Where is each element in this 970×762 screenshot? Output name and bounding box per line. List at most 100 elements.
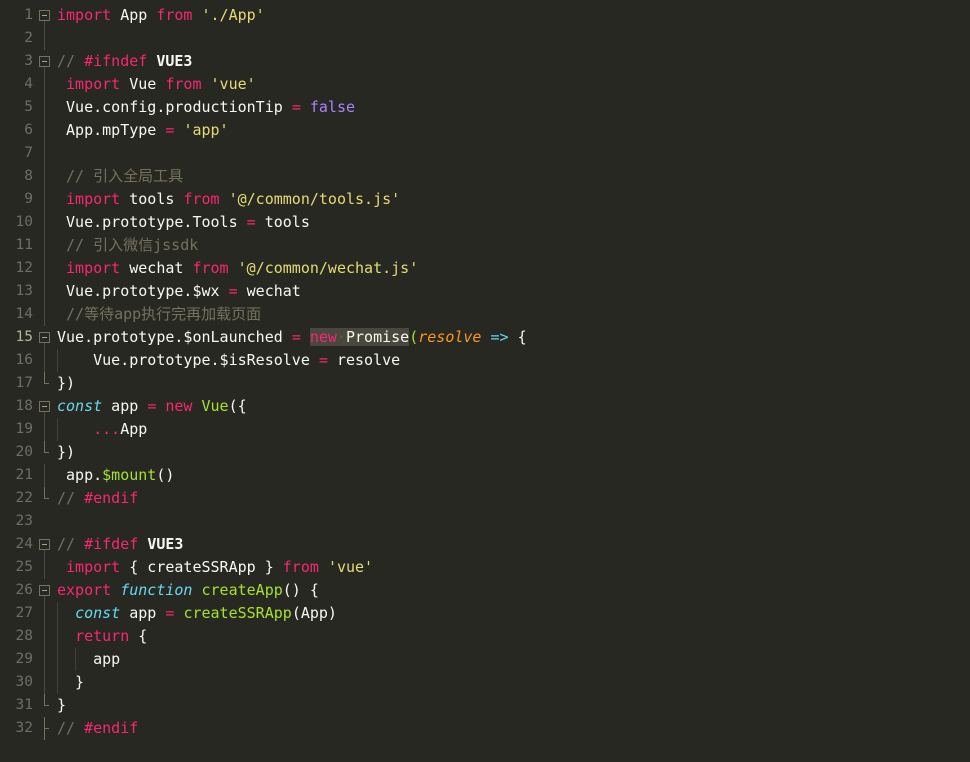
fold-collapse-icon[interactable]	[39, 332, 50, 343]
code-line[interactable]: 32 // #endif	[0, 717, 970, 740]
code-line[interactable]: 5 Vue.config.productionTip = false	[0, 96, 970, 119]
code-line[interactable]: 20})	[0, 441, 970, 464]
fold-column[interactable]	[36, 234, 54, 257]
code-text[interactable]: import wechat from '@/common/wechat.js'	[54, 257, 970, 280]
fold-column[interactable]	[36, 487, 54, 510]
code-text[interactable]: app	[54, 648, 970, 671]
fold-region-end-icon[interactable]	[44, 372, 49, 384]
code-text[interactable]: import App from './App'	[54, 4, 970, 27]
code-text[interactable]	[54, 27, 970, 50]
fold-region-end-icon[interactable]	[44, 487, 49, 499]
fold-column[interactable]	[36, 556, 54, 579]
fold-column[interactable]	[36, 372, 54, 395]
code-line[interactable]: 13 Vue.prototype.$wx = wechat	[0, 280, 970, 303]
code-text[interactable]: Vue.prototype.Tools = tools	[54, 211, 970, 234]
code-line[interactable]: 6 App.mpType = 'app'	[0, 119, 970, 142]
code-text[interactable]: // 引入全局工具	[54, 165, 970, 188]
fold-column[interactable]	[36, 303, 54, 326]
fold-column[interactable]	[36, 326, 54, 349]
code-text[interactable]: // #ifdef VUE3	[54, 533, 970, 556]
code-text[interactable]: })	[54, 441, 970, 464]
code-text[interactable]: // #ifndef VUE3	[54, 50, 970, 73]
code-text[interactable]: // #endif	[54, 717, 970, 740]
code-line[interactable]: 28 return {	[0, 625, 970, 648]
fold-column[interactable]	[36, 648, 54, 671]
code-text[interactable]: import tools from '@/common/tools.js'	[54, 188, 970, 211]
code-text[interactable]: Vue.prototype.$isResolve = resolve	[54, 349, 970, 372]
code-line[interactable]: 18 const app = new Vue({	[0, 395, 970, 418]
code-text[interactable]: const app = createSSRApp(App)	[54, 602, 970, 625]
code-line[interactable]: 8 // 引入全局工具	[0, 165, 970, 188]
fold-column[interactable]	[36, 717, 54, 740]
code-line[interactable]: 31}	[0, 694, 970, 717]
code-line[interactable]: 23	[0, 510, 970, 533]
code-line[interactable]: 21 app.$mount()	[0, 464, 970, 487]
code-line[interactable]: 3 // #ifndef VUE3	[0, 50, 970, 73]
fold-collapse-icon[interactable]	[39, 56, 50, 67]
code-text[interactable]: import { createSSRApp } from 'vue'	[54, 556, 970, 579]
code-line[interactable]: 29 app	[0, 648, 970, 671]
fold-region-end-icon[interactable]	[44, 694, 49, 706]
code-text[interactable]: app.$mount()	[54, 464, 970, 487]
code-text[interactable]: // 引入微信jssdk	[54, 234, 970, 257]
code-text[interactable]: Vue.prototype.$onLaunched = new·Promise(…	[54, 326, 970, 349]
code-text[interactable]: export function createApp() {	[54, 579, 970, 602]
fold-collapse-icon[interactable]	[39, 585, 50, 596]
fold-column[interactable]	[36, 119, 54, 142]
code-text[interactable]: ...App	[54, 418, 970, 441]
fold-column[interactable]	[36, 671, 54, 694]
code-text[interactable]: Vue.config.productionTip = false	[54, 96, 970, 119]
code-line[interactable]: 15 Vue.prototype.$onLaunched = new·Promis…	[0, 326, 970, 349]
fold-region-end-icon[interactable]	[44, 441, 49, 453]
code-text[interactable]: App.mpType = 'app'	[54, 119, 970, 142]
code-text[interactable]: })	[54, 372, 970, 395]
code-line[interactable]: 25 import { createSSRApp } from 'vue'	[0, 556, 970, 579]
code-text[interactable]: //等待app执行完再加载页面	[54, 303, 970, 326]
fold-column[interactable]	[36, 73, 54, 96]
fold-column[interactable]	[36, 441, 54, 464]
code-line[interactable]: 19 ...App	[0, 418, 970, 441]
code-line[interactable]: 14 //等待app执行完再加载页面	[0, 303, 970, 326]
fold-column[interactable]	[36, 694, 54, 717]
code-editor[interactable]: 1 import App from './App' 2 3// #ifndef VUE…	[0, 0, 970, 762]
fold-column[interactable]	[36, 602, 54, 625]
code-text[interactable]: }	[54, 671, 970, 694]
fold-collapse-icon[interactable]	[39, 539, 50, 550]
code-line[interactable]: 4 import Vue from 'vue'	[0, 73, 970, 96]
code-line[interactable]: 7	[0, 142, 970, 165]
code-line[interactable]: 9 import tools from '@/common/tools.js'	[0, 188, 970, 211]
code-line[interactable]: 26 export function createApp() {	[0, 579, 970, 602]
code-text[interactable]: import Vue from 'vue'	[54, 73, 970, 96]
code-line[interactable]: 12 import wechat from '@/common/wechat.j…	[0, 257, 970, 280]
fold-column[interactable]	[36, 533, 54, 556]
fold-column[interactable]	[36, 165, 54, 188]
code-line[interactable]: 30 }	[0, 671, 970, 694]
fold-column[interactable]	[36, 257, 54, 280]
fold-column[interactable]	[36, 418, 54, 441]
fold-column[interactable]	[36, 211, 54, 234]
code-line[interactable]: 24 // #ifdef VUE3	[0, 533, 970, 556]
code-line-list[interactable]: 1 import App from './App' 2 3// #ifndef VUE…	[0, 0, 970, 740]
fold-column[interactable]	[36, 464, 54, 487]
fold-column[interactable]	[36, 395, 54, 418]
code-text[interactable]: return {	[54, 625, 970, 648]
code-text[interactable]	[54, 510, 970, 533]
fold-collapse-icon[interactable]	[39, 10, 50, 21]
fold-column[interactable]	[36, 50, 54, 73]
code-text[interactable]	[54, 142, 970, 165]
code-line[interactable]: 10 Vue.prototype.Tools = tools	[0, 211, 970, 234]
code-line[interactable]: 17})	[0, 372, 970, 395]
fold-column[interactable]	[36, 188, 54, 211]
code-text[interactable]: const app = new Vue({	[54, 395, 970, 418]
code-text[interactable]: Vue.prototype.$wx = wechat	[54, 280, 970, 303]
fold-collapse-icon[interactable]	[39, 401, 50, 412]
code-text[interactable]: }	[54, 694, 970, 717]
code-line[interactable]: 2	[0, 27, 970, 50]
fold-column[interactable]	[36, 142, 54, 165]
fold-column[interactable]	[36, 96, 54, 119]
fold-column[interactable]	[36, 27, 54, 50]
code-line[interactable]: 16 Vue.prototype.$isResolve = resolve	[0, 349, 970, 372]
fold-column[interactable]	[36, 349, 54, 372]
code-line[interactable]: 1 import App from './App'	[0, 4, 970, 27]
code-line[interactable]: 11 // 引入微信jssdk	[0, 234, 970, 257]
